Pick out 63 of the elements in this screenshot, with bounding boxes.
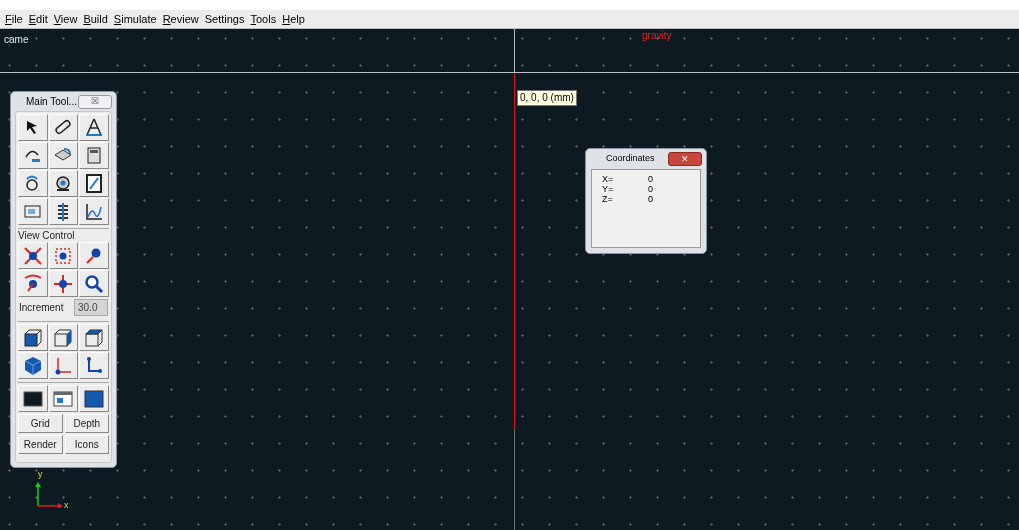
move-view-icon (52, 272, 75, 295)
tool-button[interactable] (79, 242, 109, 269)
tool-button[interactable] (79, 198, 109, 225)
menu-item[interactable]: View (53, 10, 78, 28)
tool-button[interactable] (79, 270, 109, 297)
tool-button[interactable] (18, 385, 48, 412)
close-button[interactable]: ✕ (668, 152, 702, 166)
coordinate-value: 0 (648, 194, 653, 204)
section-label: View Control (18, 230, 76, 242)
tool-button[interactable] (18, 352, 48, 379)
tool-button[interactable] (18, 324, 48, 351)
coordinate-label: Y= (602, 184, 615, 194)
tool-button[interactable] (79, 170, 109, 197)
coordinate-value: 0 (648, 184, 653, 194)
tool-button[interactable] (48, 170, 79, 197)
coordinate-label: Z= (602, 194, 614, 204)
tool-button[interactable] (48, 114, 79, 141)
window-title: Main Tool... (25, 95, 77, 109)
menu-item[interactable]: Build (83, 10, 108, 28)
tool-button[interactable] (48, 352, 79, 379)
foreground-color-icon (83, 387, 106, 410)
tool-button[interactable] (18, 270, 48, 297)
tool-button[interactable] (79, 385, 109, 412)
close-button[interactable]: ☒ (78, 94, 112, 109)
tool-button[interactable] (48, 198, 79, 225)
tool-button[interactable] (48, 242, 79, 269)
menu-item[interactable]: Review (162, 10, 199, 28)
window-title: Coordinates (606, 152, 655, 166)
fit-view-icon (21, 244, 44, 267)
axis-triad-icon (34, 480, 64, 508)
top-view-icon (83, 326, 106, 349)
axis-label: x (64, 501, 69, 510)
toolbox-button[interactable]: Render (18, 435, 63, 454)
menu-item[interactable]: File (5, 10, 23, 28)
menu-item[interactable]: Simulate (113, 10, 157, 28)
menu-item[interactable]: Tools (250, 10, 277, 28)
tool-button[interactable] (18, 170, 48, 197)
menu-item[interactable]: Edit (28, 10, 48, 28)
toolbox-button[interactable]: Depth (64, 414, 109, 433)
tool-button[interactable] (48, 270, 79, 297)
tool-button[interactable] (79, 114, 109, 141)
increment-field[interactable]: 30.0 (74, 299, 108, 316)
tool-button[interactable] (18, 242, 48, 269)
toolbox-button[interactable]: Grid (18, 414, 63, 433)
canvas-label: came (4, 33, 29, 47)
menu-item[interactable]: Settings (204, 10, 245, 28)
tool-button[interactable] (18, 114, 48, 141)
tool-button[interactable] (79, 142, 109, 169)
coordinate-value: 0 (648, 174, 653, 184)
axis-label: y (38, 470, 43, 479)
tool-button[interactable] (79, 324, 109, 351)
tool-button[interactable] (18, 142, 48, 169)
canvas-label: gravity (642, 30, 672, 41)
side-view-icon (52, 326, 75, 349)
menu-item[interactable]: Help (282, 10, 305, 28)
zoom-icon (83, 272, 106, 295)
coordinate-label: X= (602, 174, 615, 184)
front-view-icon (21, 326, 44, 349)
tool-button[interactable] (48, 324, 79, 351)
coordinate-tooltip: 0, 0, 0 (mm) (517, 90, 577, 106)
field-label: Increment (19, 301, 64, 315)
toolbox-button[interactable]: Icons (64, 435, 109, 454)
tool-button[interactable] (79, 352, 109, 379)
